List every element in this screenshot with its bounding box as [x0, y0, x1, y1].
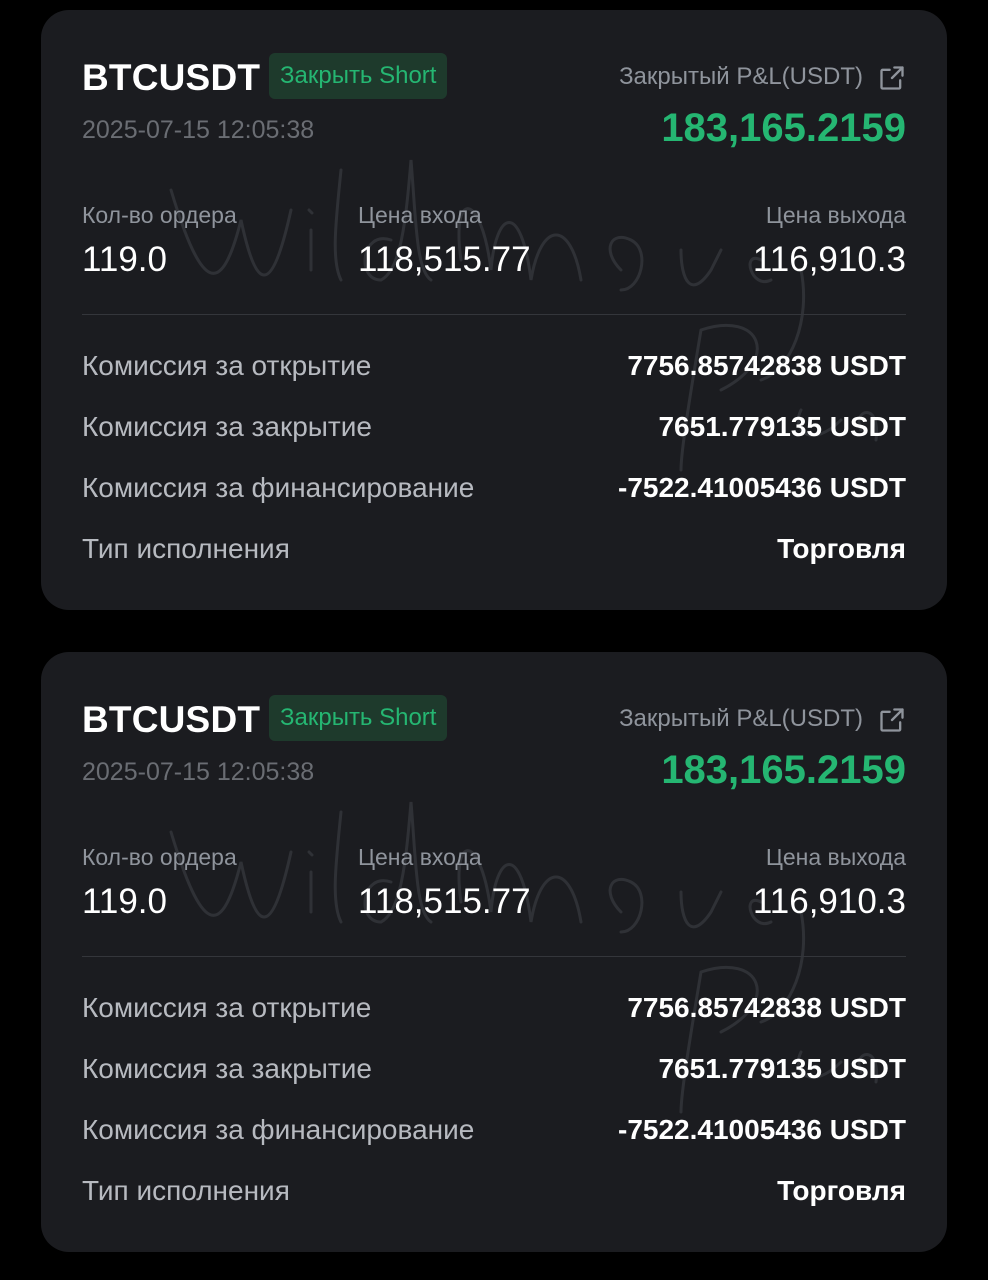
open-fee-label: Комиссия за открытие	[82, 992, 372, 1023]
entry-price-label: Цена входа	[358, 844, 482, 870]
external-link-icon[interactable]	[878, 64, 906, 92]
entry-price-value: 118,515.77	[358, 240, 531, 279]
trade-card[interactable]: BTCUSDT Закрыть Short 2025-07-15 12:05:3…	[41, 652, 947, 1252]
funding-fee-label: Комиссия за финансирование	[82, 1114, 475, 1145]
closed-pnl-label: Закрытый P&L(USDT)	[619, 705, 863, 732]
exit-price-label: Цена выхода	[765, 844, 906, 870]
closed-pnl-value: 183,165.2159	[661, 106, 906, 150]
close-fee-label: Комиссия за закрытие	[82, 1053, 372, 1084]
execution-type-label: Тип исполнения	[82, 1175, 290, 1206]
closed-pnl-value: 183,165.2159	[661, 748, 906, 792]
close-short-badge: Закрыть Short	[269, 695, 448, 741]
divider	[82, 956, 906, 957]
open-fee-value: 7756.85742838 USDT	[627, 992, 906, 1023]
execution-type-value: Торговля	[777, 1175, 906, 1206]
close-fee-value: 7651.779135 USDT	[658, 411, 906, 442]
exit-price-value: 116,910.3	[752, 240, 906, 279]
funding-fee-value: -7522.41005436 USDT	[618, 1114, 906, 1145]
order-qty-label: Кол-во ордера	[82, 202, 237, 228]
order-qty-value: 119.0	[82, 882, 167, 921]
trade-datetime: 2025-07-15 12:05:38	[82, 116, 315, 144]
external-link-icon[interactable]	[878, 706, 906, 734]
close-fee-value: 7651.779135 USDT	[658, 1053, 906, 1084]
execution-type-label: Тип исполнения	[82, 533, 290, 564]
funding-fee-value: -7522.41005436 USDT	[618, 472, 906, 503]
open-fee-value: 7756.85742838 USDT	[627, 350, 906, 381]
close-fee-label: Комиссия за закрытие	[82, 411, 372, 442]
exit-price-label: Цена выхода	[765, 202, 906, 228]
symbol-label: BTCUSDT	[82, 57, 261, 98]
trade-datetime: 2025-07-15 12:05:38	[82, 758, 315, 786]
entry-price-value: 118,515.77	[358, 882, 531, 921]
close-short-badge: Закрыть Short	[269, 53, 448, 99]
symbol-label: BTCUSDT	[82, 699, 261, 740]
divider	[82, 314, 906, 315]
execution-type-value: Торговля	[777, 533, 906, 564]
trade-card[interactable]: BTCUSDT Закрыть Short 2025-07-15 12:05:3…	[41, 10, 947, 610]
closed-pnl-label: Закрытый P&L(USDT)	[619, 63, 863, 90]
funding-fee-label: Комиссия за финансирование	[82, 472, 475, 503]
order-qty-value: 119.0	[82, 240, 167, 279]
open-fee-label: Комиссия за открытие	[82, 350, 372, 381]
entry-price-label: Цена входа	[358, 202, 482, 228]
order-qty-label: Кол-во ордера	[82, 844, 237, 870]
exit-price-value: 116,910.3	[752, 882, 906, 921]
